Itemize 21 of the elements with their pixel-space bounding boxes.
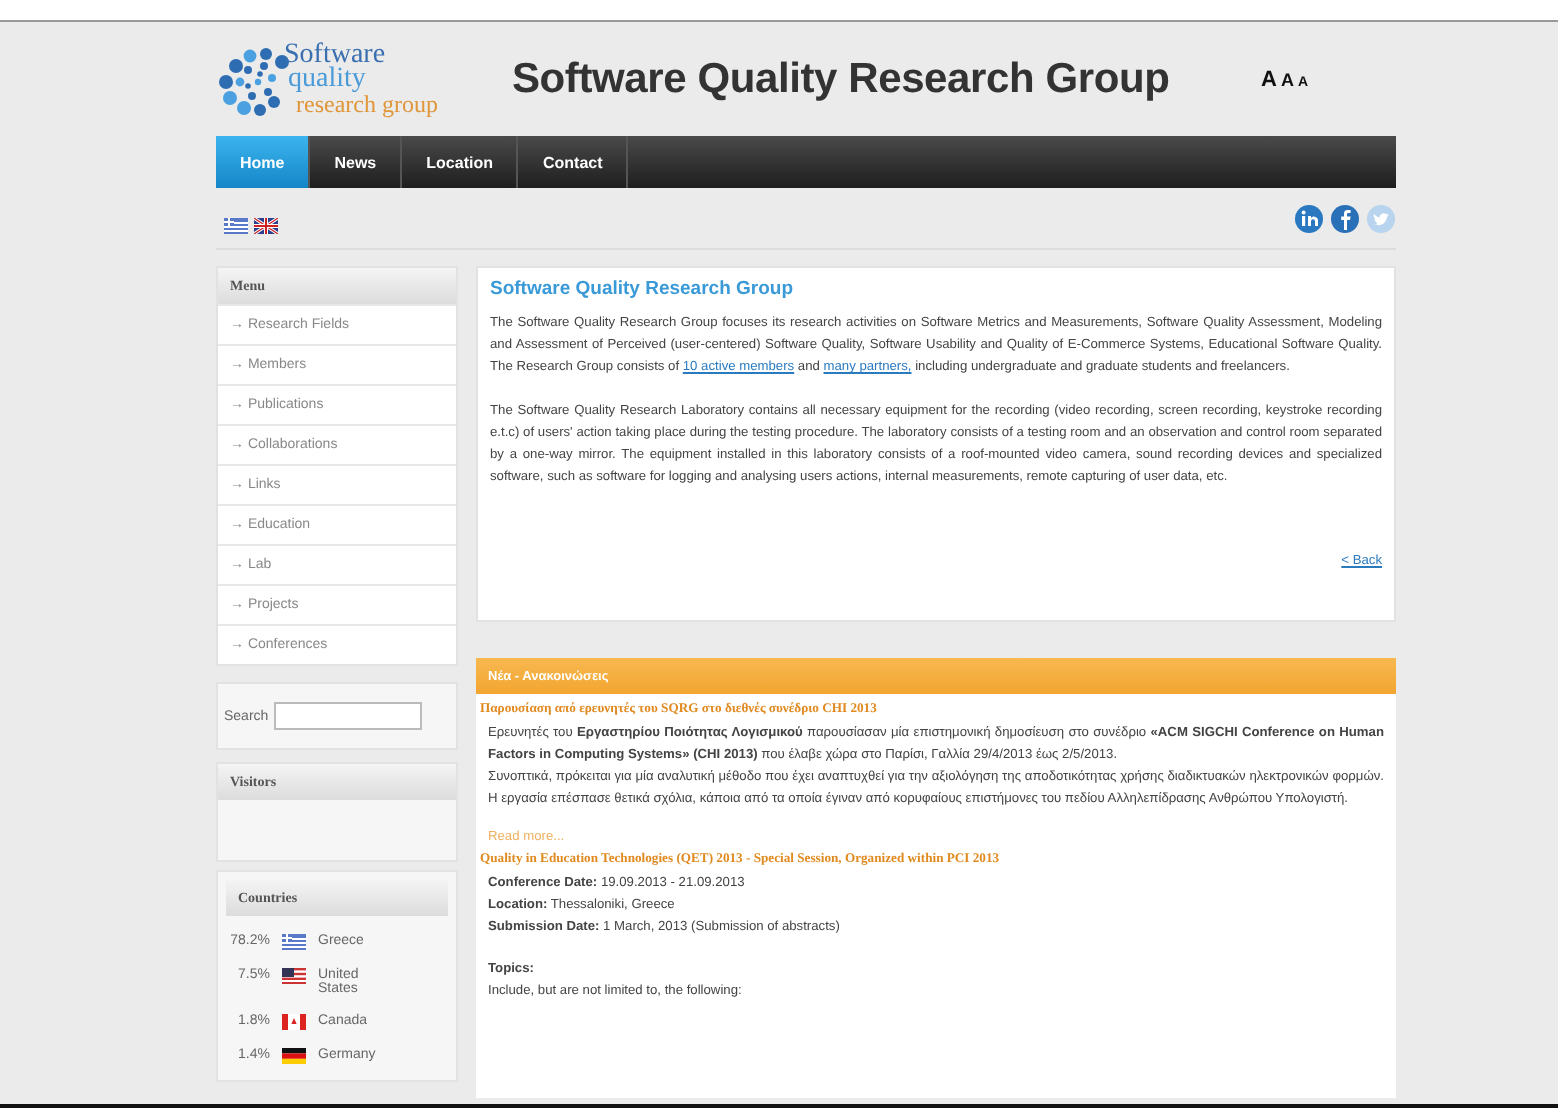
site-title: Software Quality Research Group (512, 55, 1172, 103)
font-size-button[interactable]: A (1260, 67, 1277, 91)
uk-flag-icon (254, 218, 278, 234)
greek-flag-icon (282, 934, 306, 950)
logo-text: Software (284, 43, 388, 67)
us-flag-icon (282, 968, 306, 984)
nav-tab[interactable]: Location (402, 136, 519, 188)
facebook-icon (1330, 203, 1360, 233)
nav-tab[interactable]: News (310, 136, 403, 188)
logo-text: research group (296, 91, 438, 115)
nav-tab[interactable]: Home (216, 136, 311, 188)
canada-flag-icon (282, 1014, 306, 1030)
germany-flag-icon (282, 1048, 306, 1064)
twitter-icon (1366, 203, 1396, 233)
linkedin-icon (1294, 203, 1324, 233)
nav-tab[interactable]: Contact (518, 136, 629, 188)
search-field[interactable] (274, 702, 423, 730)
article-title: Software Quality Research Group (490, 276, 796, 304)
font-size-button[interactable]: A (1280, 69, 1294, 89)
logo-text: quality (288, 67, 368, 91)
greek-flag-icon (224, 218, 248, 234)
